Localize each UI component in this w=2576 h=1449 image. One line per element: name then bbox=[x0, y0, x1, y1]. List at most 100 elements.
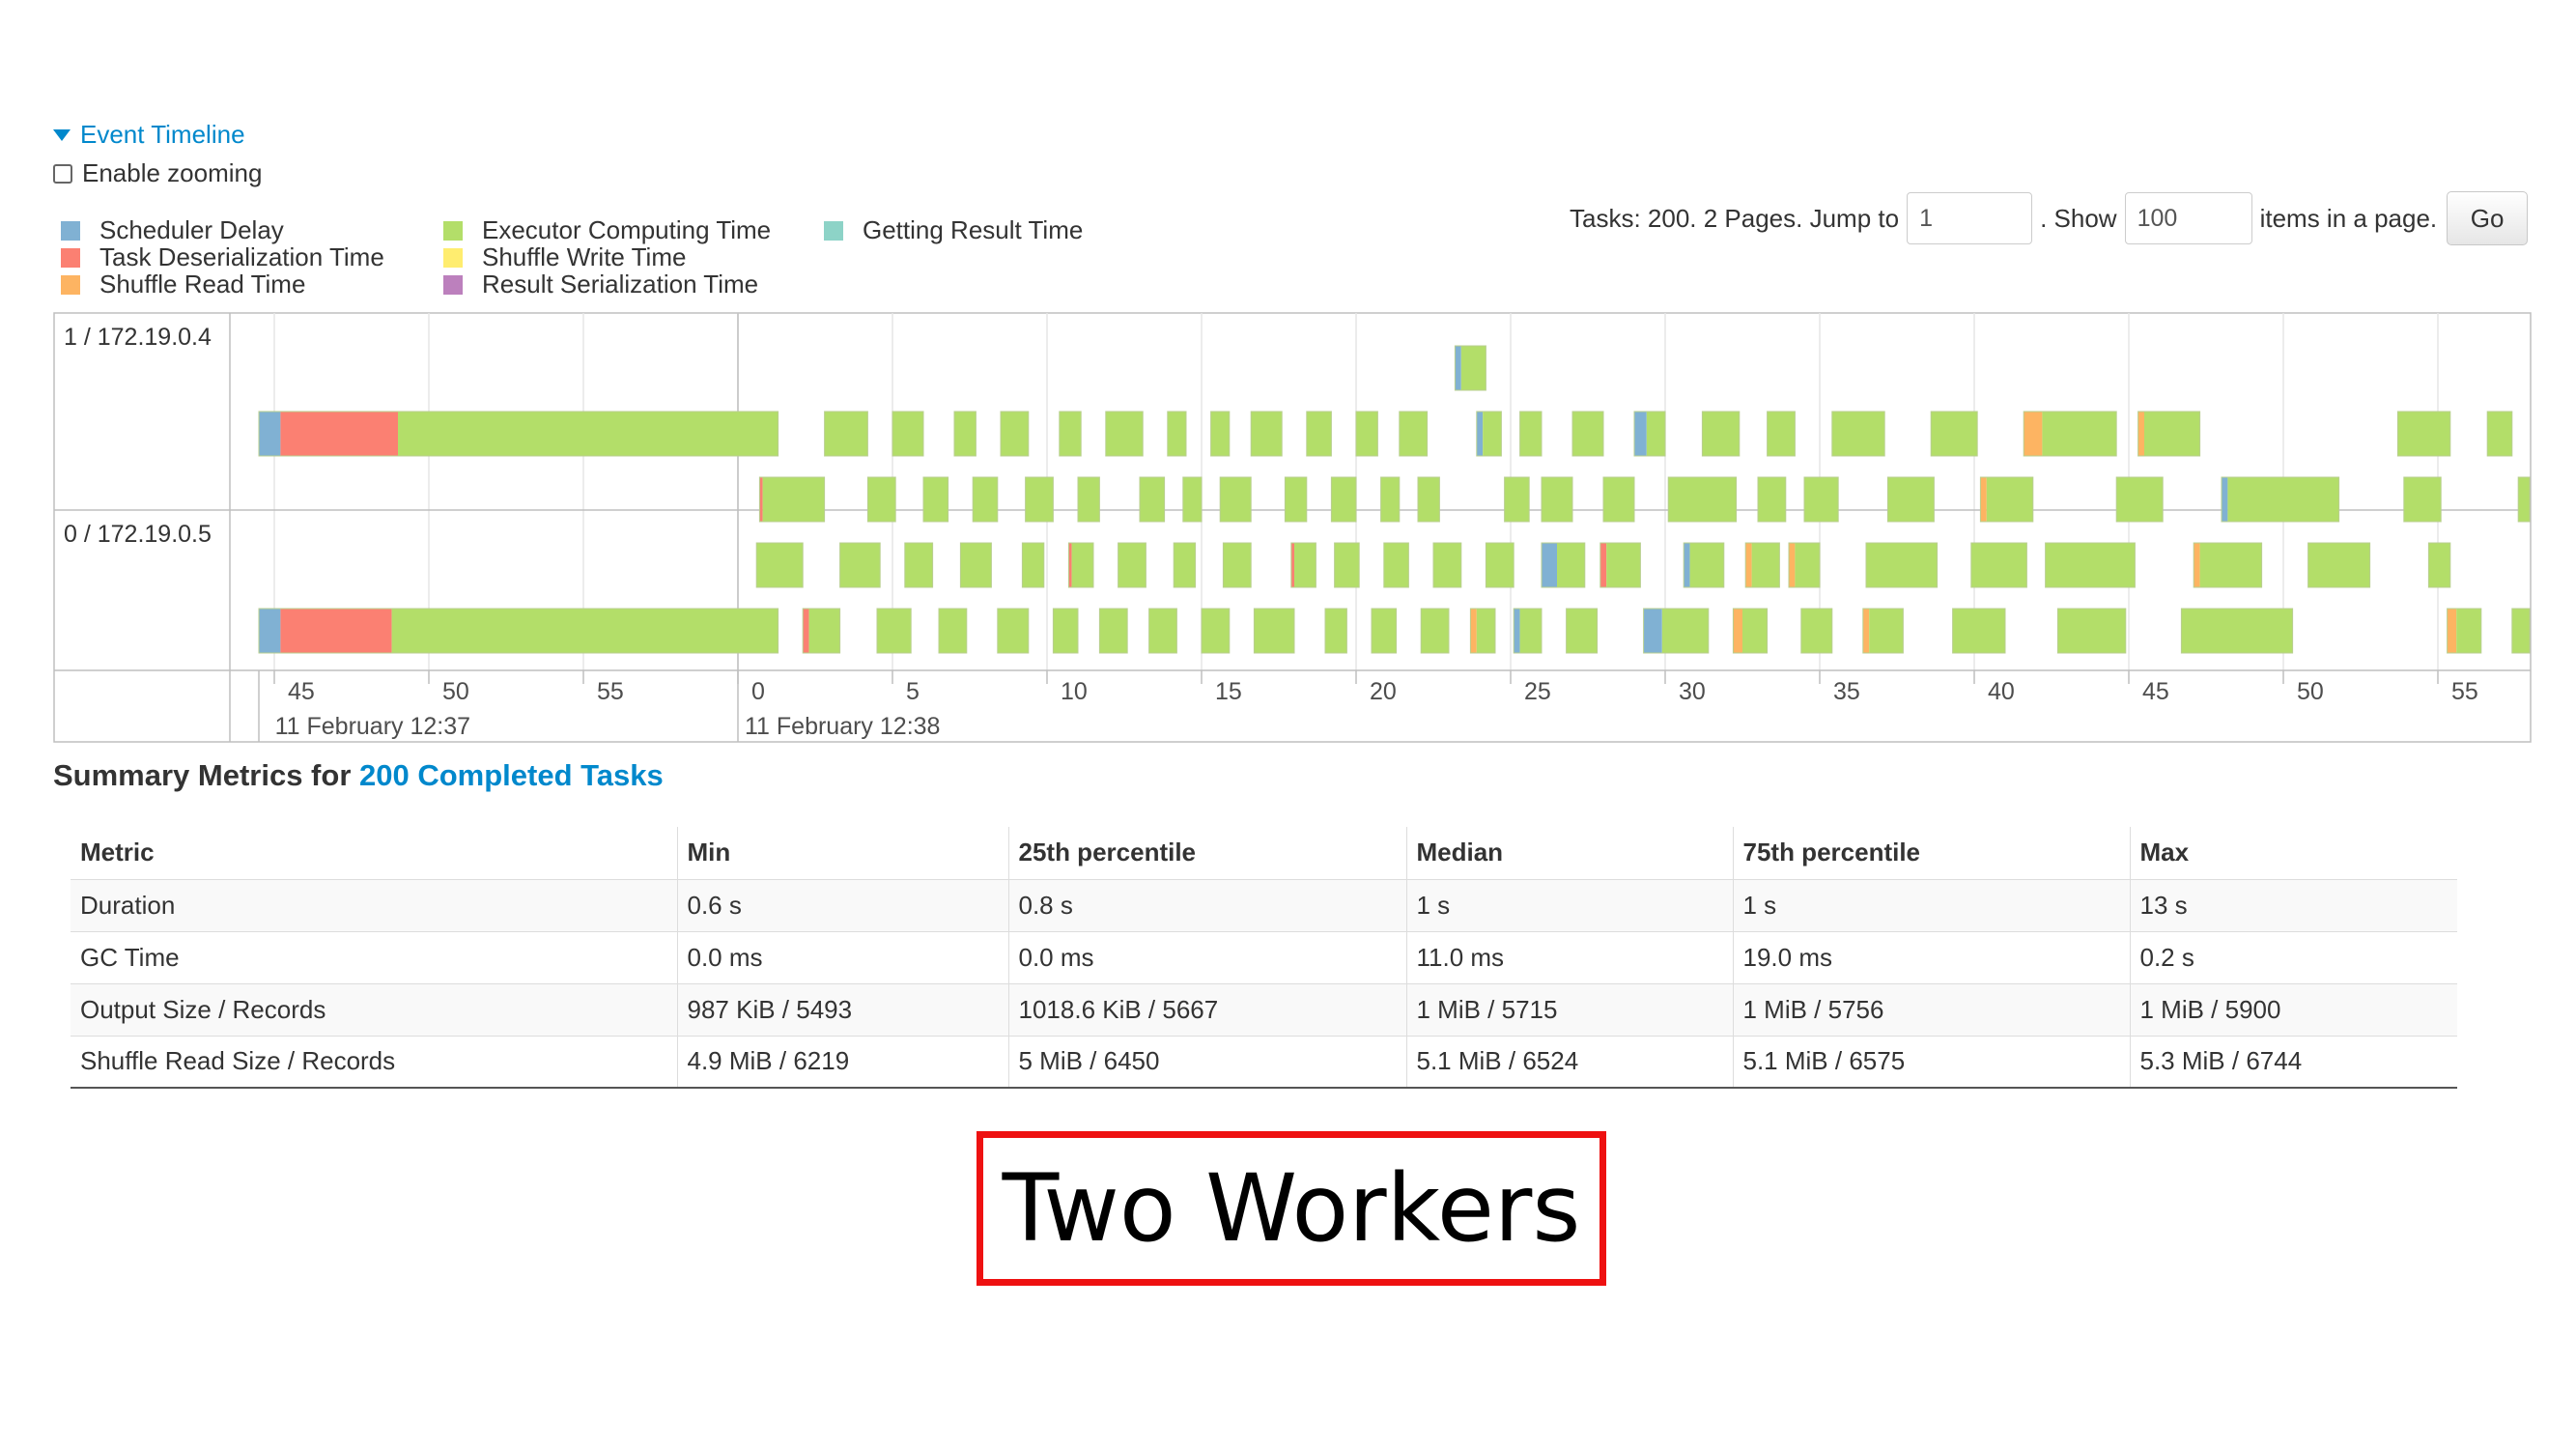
axis-tick-label: 50 bbox=[442, 678, 469, 705]
table-cell: Duration bbox=[71, 878, 678, 931]
completed-tasks-link[interactable]: 200 Completed Tasks bbox=[359, 758, 664, 792]
task-segment bbox=[1557, 543, 1585, 587]
table-cell: 5.1 MiB / 6524 bbox=[1406, 1035, 1734, 1089]
table-cell: 0.2 s bbox=[2130, 930, 2457, 983]
task-segment bbox=[1661, 609, 1709, 653]
table-cell: 0.8 s bbox=[1008, 878, 1407, 931]
task-segment bbox=[1167, 412, 1186, 456]
axis-tick-label: 15 bbox=[1215, 678, 1242, 705]
task-segment bbox=[2199, 543, 2262, 587]
task-segment bbox=[2144, 412, 2200, 456]
task-segment bbox=[1634, 412, 1647, 456]
task-segment bbox=[1294, 543, 1316, 587]
column-header[interactable]: Median bbox=[1406, 827, 1734, 880]
task-segment bbox=[1862, 609, 1870, 653]
caption-box: Two Workers bbox=[977, 1131, 1606, 1286]
task-segment bbox=[1455, 346, 1461, 390]
task-segment bbox=[839, 543, 881, 587]
column-header[interactable]: Max bbox=[2130, 827, 2457, 880]
task-segment bbox=[1542, 543, 1557, 587]
task-segment bbox=[1745, 543, 1752, 587]
table-cell: 1 s bbox=[1733, 878, 2131, 931]
task-segment bbox=[1668, 477, 1737, 522]
task-segment bbox=[762, 477, 825, 522]
task-segment bbox=[954, 412, 977, 456]
task-segment bbox=[1140, 477, 1165, 522]
task-segment bbox=[1254, 609, 1294, 653]
task-segment bbox=[1767, 412, 1796, 456]
task-segment bbox=[973, 477, 998, 522]
task-segment bbox=[1383, 543, 1409, 587]
column-header[interactable]: Metric bbox=[71, 827, 678, 880]
table-cell: 5.1 MiB / 6575 bbox=[1733, 1035, 2131, 1089]
table-cell: 5.3 MiB / 6744 bbox=[2130, 1035, 2457, 1089]
task-segment bbox=[1053, 609, 1078, 653]
table-cell: 1018.6 KiB / 5667 bbox=[1008, 982, 1407, 1036]
task-segment bbox=[391, 609, 778, 653]
task-segment bbox=[2116, 477, 2164, 522]
task-segment bbox=[1022, 543, 1044, 587]
task-segment bbox=[1603, 477, 1634, 522]
table-cell: 0.0 ms bbox=[1008, 930, 1407, 983]
table-cell: GC Time bbox=[71, 930, 678, 983]
axis-tick-label: 45 bbox=[288, 678, 315, 705]
column-header[interactable]: 25th percentile bbox=[1008, 827, 1407, 880]
task-segment bbox=[1542, 477, 1572, 522]
task-segment bbox=[1869, 609, 1904, 653]
task-segment bbox=[1519, 609, 1542, 653]
task-segment bbox=[1751, 543, 1780, 587]
task-segment bbox=[1800, 609, 1832, 653]
task-segment bbox=[1572, 412, 1603, 456]
table-row: Shuffle Read Size / Records 4.9 MiB / 62… bbox=[71, 1035, 2457, 1089]
table-row: Duration 0.6 s 0.8 s 1 s 1 s 13 s bbox=[71, 878, 2457, 931]
task-segment bbox=[280, 412, 398, 456]
axis-date-label: 11 February 12:38 bbox=[745, 713, 940, 740]
task-segment bbox=[1931, 412, 1978, 456]
column-header[interactable]: 75th percentile bbox=[1733, 827, 2131, 880]
axis-date-label: 11 February 12:37 bbox=[275, 713, 470, 740]
task-segment bbox=[398, 412, 778, 456]
task-segment bbox=[1476, 609, 1495, 653]
axis-tick-label: 55 bbox=[597, 678, 624, 705]
task-segment bbox=[1148, 609, 1177, 653]
axis-tick-label: 25 bbox=[1524, 678, 1551, 705]
task-segment bbox=[1182, 477, 1202, 522]
task-segment bbox=[1504, 477, 1530, 522]
task-segment bbox=[1606, 543, 1641, 587]
task-segment bbox=[1789, 543, 1796, 587]
task-segment bbox=[1220, 477, 1252, 522]
task-segment bbox=[1380, 477, 1400, 522]
table-cell: 1 MiB / 5756 bbox=[1733, 982, 2131, 1036]
table-row: Output Size / Records 987 KiB / 5493 101… bbox=[71, 982, 2457, 1036]
task-segment bbox=[280, 609, 392, 653]
task-segment bbox=[1356, 412, 1378, 456]
task-segment bbox=[2181, 609, 2293, 653]
column-header[interactable]: Min bbox=[677, 827, 1009, 880]
table-row: GC Time 0.0 ms 0.0 ms 11.0 ms 19.0 ms 0.… bbox=[71, 930, 2457, 983]
task-segment bbox=[1001, 412, 1029, 456]
task-segment bbox=[1460, 346, 1486, 390]
table-header-row: Metric Min 25th percentile Median 75th p… bbox=[71, 827, 2457, 880]
task-segment bbox=[1421, 609, 1449, 653]
axis-tick-label: 10 bbox=[1061, 678, 1088, 705]
task-segment bbox=[1372, 609, 1397, 653]
summary-metrics-title: Summary Metrics for 200 Completed Tasks bbox=[53, 758, 664, 792]
task-segment bbox=[1733, 609, 1742, 653]
table-cell: 11.0 ms bbox=[1406, 930, 1734, 983]
task-segment bbox=[259, 412, 281, 456]
task-segment bbox=[1418, 477, 1440, 522]
task-segment bbox=[756, 543, 804, 587]
table-cell: 0.0 ms bbox=[677, 930, 1009, 983]
task-segment bbox=[2227, 477, 2339, 522]
table-cell: 4.9 MiB / 6219 bbox=[677, 1035, 1009, 1089]
task-segment bbox=[1795, 543, 1820, 587]
task-segment bbox=[1486, 543, 1514, 587]
task-segment bbox=[1174, 543, 1196, 587]
axis-tick-label: 0 bbox=[751, 678, 765, 705]
axis-tick-label: 45 bbox=[2142, 678, 2169, 705]
task-segment bbox=[1514, 609, 1520, 653]
task-segment bbox=[1519, 412, 1542, 456]
task-segment bbox=[1643, 609, 1662, 653]
task-segment bbox=[1866, 543, 1938, 587]
task-segment bbox=[1071, 543, 1093, 587]
